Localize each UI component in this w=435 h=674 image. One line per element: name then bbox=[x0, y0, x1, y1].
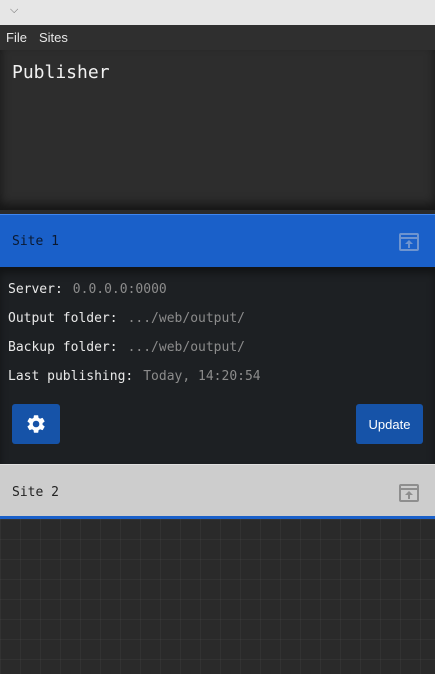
app-header-panel: Publisher bbox=[0, 50, 435, 210]
last-publishing-row: Last publishing: Today, 14:20:54 bbox=[8, 369, 261, 384]
backup-folder-label: Backup folder: bbox=[8, 340, 118, 355]
menu-sites[interactable]: Sites bbox=[33, 30, 74, 45]
menu-file[interactable]: File bbox=[0, 30, 33, 45]
window-titlebar: ⌵ bbox=[0, 0, 435, 25]
chevron-down-icon[interactable]: ⌵ bbox=[10, 3, 18, 17]
gear-icon bbox=[27, 415, 45, 433]
site-2-name: Site 2 bbox=[12, 485, 59, 500]
site-2-header[interactable]: Site 2 bbox=[0, 464, 435, 519]
update-button[interactable]: Update bbox=[356, 404, 423, 444]
site-1-details: Server: 0.0.0.0:0000 Output folder: .../we… bbox=[0, 267, 435, 464]
app-title: Publisher bbox=[12, 62, 110, 83]
backup-folder-row: Backup folder: .../web/output/ bbox=[8, 340, 245, 355]
output-folder-row: Output folder: .../web/output/ bbox=[8, 311, 245, 326]
upload-box-icon[interactable] bbox=[399, 484, 419, 502]
backup-folder-value: .../web/output/ bbox=[127, 340, 245, 355]
server-row: Server: 0.0.0.0:0000 bbox=[8, 282, 167, 297]
output-folder-value: .../web/output/ bbox=[127, 311, 245, 326]
last-publishing-label: Last publishing: bbox=[8, 369, 134, 384]
site-1-header[interactable]: Site 1 bbox=[0, 214, 435, 267]
settings-button[interactable] bbox=[12, 404, 60, 444]
menu-bar: File Sites bbox=[0, 25, 435, 50]
server-value: 0.0.0.0:0000 bbox=[72, 282, 167, 297]
output-folder-label: Output folder: bbox=[8, 311, 118, 326]
server-label: Server: bbox=[8, 282, 63, 297]
site-1-name: Site 1 bbox=[12, 234, 59, 249]
last-publishing-value: Today, 14:20:54 bbox=[143, 369, 261, 384]
empty-workspace bbox=[0, 519, 435, 674]
upload-box-icon[interactable] bbox=[399, 233, 419, 251]
